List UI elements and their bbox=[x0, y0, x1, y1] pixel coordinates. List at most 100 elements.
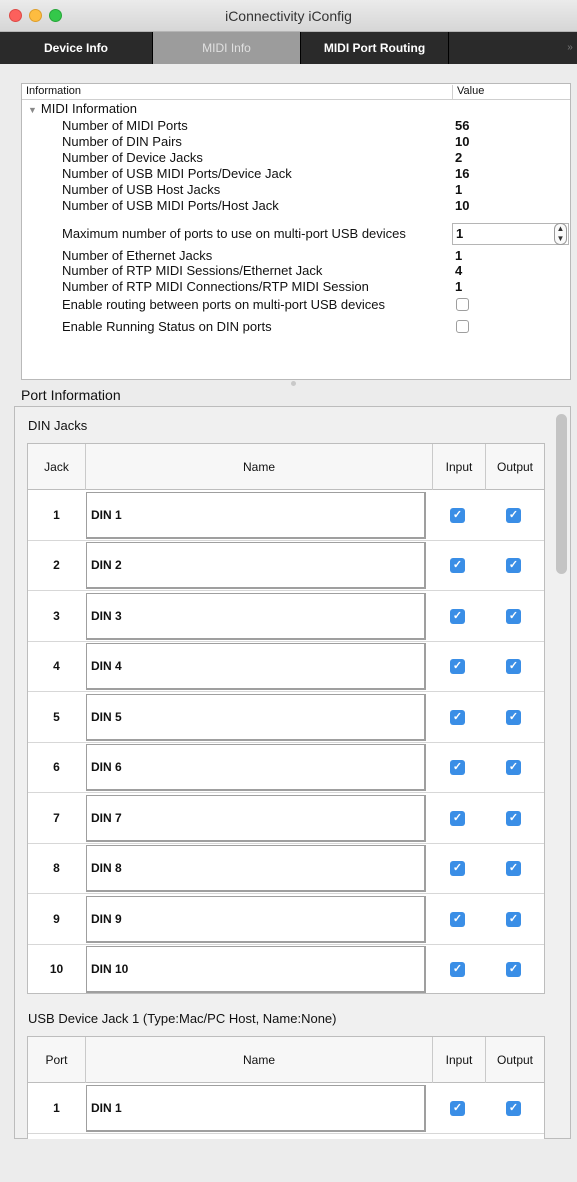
midi-info-tree[interactable]: Information Value ▼ MIDI Information Numb… bbox=[21, 83, 571, 380]
info-value-rtp-connections: 1 bbox=[455, 279, 463, 294]
output-checkbox[interactable]: ✓ bbox=[506, 558, 521, 573]
table-row: 1 DIN 1 ✓ ✓ bbox=[28, 1083, 544, 1134]
info-value-rtp-sessions: 4 bbox=[455, 263, 463, 278]
jack-number: 9 bbox=[53, 912, 60, 926]
input-checkbox[interactable]: ✓ bbox=[450, 811, 465, 826]
jack-name-field[interactable]: DIN 5 bbox=[86, 694, 426, 741]
tab-midi-info[interactable]: MIDI Info bbox=[153, 32, 301, 64]
output-checkbox[interactable]: ✓ bbox=[506, 710, 521, 725]
usb-col-port: Port bbox=[45, 1053, 68, 1067]
jack-number: 7 bbox=[53, 811, 60, 825]
output-checkbox[interactable]: ✓ bbox=[506, 659, 521, 674]
info-value-ethernet-jacks: 1 bbox=[455, 248, 463, 263]
port-panel-scrollbar[interactable] bbox=[556, 414, 567, 574]
jack-number: 10 bbox=[49, 962, 64, 976]
input-checkbox[interactable]: ✓ bbox=[450, 1101, 465, 1116]
usb-col-name: Name bbox=[242, 1053, 275, 1067]
max-ports-stepper[interactable]: ▲ ▼ bbox=[554, 223, 567, 245]
tab-midi-port-routing[interactable]: MIDI Port Routing bbox=[301, 32, 449, 64]
input-checkbox[interactable]: ✓ bbox=[450, 508, 465, 523]
tree-node-midi-information[interactable]: ▼ MIDI Information bbox=[28, 101, 137, 116]
info-label-din-pairs: Number of DIN Pairs bbox=[62, 134, 182, 149]
info-label-usb-ports-host-jack: Number of USB MIDI Ports/Host Jack bbox=[62, 198, 279, 213]
din-table-header: Jack Name Input Output bbox=[28, 444, 544, 490]
output-checkbox[interactable]: ✓ bbox=[506, 861, 521, 876]
info-label-ethernet-jacks: Number of Ethernet Jacks bbox=[62, 248, 213, 263]
info-label-rtp-sessions: Number of RTP MIDI Sessions/Ethernet Jac… bbox=[62, 263, 323, 278]
port-information-heading: Port Information bbox=[21, 387, 121, 403]
running-status-checkbox[interactable] bbox=[456, 320, 469, 333]
din-jacks-heading: DIN Jacks bbox=[28, 418, 88, 433]
jack-name-field[interactable]: DIN 1 bbox=[86, 492, 426, 539]
column-header-information[interactable]: Information bbox=[26, 85, 81, 97]
input-checkbox[interactable]: ✓ bbox=[450, 558, 465, 573]
tab-overflow-chevron-icon[interactable]: » bbox=[563, 32, 577, 64]
din-col-output: Output bbox=[496, 460, 534, 474]
input-checkbox[interactable]: ✓ bbox=[450, 609, 465, 624]
tab-device-info[interactable]: Device Info bbox=[0, 32, 153, 64]
port-number: 1 bbox=[53, 1101, 60, 1115]
tab-bar: Device Info MIDI Info MIDI Port Routing … bbox=[0, 32, 577, 64]
jack-name-field[interactable]: DIN 10 bbox=[86, 946, 426, 993]
output-checkbox[interactable]: ✓ bbox=[506, 811, 521, 826]
input-checkbox[interactable]: ✓ bbox=[450, 962, 465, 977]
jack-number: 5 bbox=[53, 710, 60, 724]
input-checkbox[interactable]: ✓ bbox=[450, 912, 465, 927]
jack-name-field[interactable]: DIN 6 bbox=[86, 744, 426, 791]
jack-name-field[interactable]: DIN 4 bbox=[86, 643, 426, 690]
jack-name-field[interactable]: DIN 2 bbox=[86, 542, 426, 589]
din-col-name: Name bbox=[242, 460, 275, 474]
table-row: 9 DIN 9 ✓ ✓ bbox=[28, 894, 544, 945]
port-name-field[interactable]: DIN 1 bbox=[86, 1085, 426, 1132]
info-label-running-status: Enable Running Status on DIN ports bbox=[62, 319, 272, 334]
jack-name-field[interactable]: DIN 3 bbox=[86, 593, 426, 640]
table-row: 7 DIN 7 ✓ ✓ bbox=[28, 793, 544, 844]
usb-device-jack-table: Port Name Input Output 1 DIN 1 ✓ ✓ bbox=[27, 1036, 545, 1139]
jack-number: 6 bbox=[53, 760, 60, 774]
input-checkbox[interactable]: ✓ bbox=[450, 861, 465, 876]
output-checkbox[interactable]: ✓ bbox=[506, 912, 521, 927]
info-label-device-jacks: Number of Device Jacks bbox=[62, 150, 203, 165]
info-label-rtp-connections: Number of RTP MIDI Connections/RTP MIDI … bbox=[62, 279, 369, 294]
jack-number: 3 bbox=[53, 609, 60, 623]
din-jacks-table: Jack Name Input Output 1 DIN 1 ✓ ✓ 2 DIN… bbox=[27, 443, 545, 994]
table-row: 5 DIN 5 ✓ ✓ bbox=[28, 692, 544, 743]
info-tree-header: Information Value bbox=[22, 84, 570, 100]
table-row: 4 DIN 4 ✓ ✓ bbox=[28, 641, 544, 692]
din-col-input: Input bbox=[445, 460, 473, 474]
info-value-device-jacks: 2 bbox=[455, 150, 463, 165]
jack-number: 4 bbox=[53, 659, 60, 673]
table-row: 3 DIN 3 ✓ ✓ bbox=[28, 591, 544, 642]
usb-table-header: Port Name Input Output bbox=[28, 1037, 544, 1083]
table-row: 2 DIN 2 ✓ ✓ bbox=[28, 540, 544, 591]
info-value-din-pairs: 10 bbox=[455, 134, 470, 149]
input-checkbox[interactable]: ✓ bbox=[450, 710, 465, 725]
output-checkbox[interactable]: ✓ bbox=[506, 760, 521, 775]
info-label-enable-routing: Enable routing between ports on multi-po… bbox=[62, 297, 386, 312]
table-row: 10 DIN 10 ✓ ✓ bbox=[28, 944, 544, 995]
output-checkbox[interactable]: ✓ bbox=[506, 1101, 521, 1116]
jack-number: 8 bbox=[53, 861, 60, 875]
splitter-handle[interactable] bbox=[291, 381, 296, 386]
input-checkbox[interactable]: ✓ bbox=[450, 659, 465, 674]
output-checkbox[interactable]: ✓ bbox=[506, 609, 521, 624]
max-ports-input[interactable]: 1 bbox=[452, 223, 569, 245]
usb-col-input: Input bbox=[445, 1053, 473, 1067]
jack-name-field[interactable]: DIN 8 bbox=[86, 845, 426, 892]
jack-name-field[interactable]: DIN 7 bbox=[86, 795, 426, 842]
jack-name-field[interactable]: DIN 9 bbox=[86, 896, 426, 943]
info-label-midi-ports: Number of MIDI Ports bbox=[62, 118, 188, 133]
enable-routing-checkbox[interactable] bbox=[456, 298, 469, 311]
column-header-value[interactable]: Value bbox=[452, 85, 484, 100]
table-row: 1 DIN 1 ✓ ✓ bbox=[28, 490, 544, 541]
input-checkbox[interactable]: ✓ bbox=[450, 760, 465, 775]
window-title: iConnectivity iConfig bbox=[225, 8, 352, 24]
table-row: 6 DIN 6 ✓ ✓ bbox=[28, 742, 544, 793]
table-row: 8 DIN 8 ✓ ✓ bbox=[28, 843, 544, 894]
info-value-usb-ports-device-jack: 16 bbox=[455, 166, 470, 181]
disclosure-triangle-icon[interactable]: ▼ bbox=[28, 105, 37, 115]
output-checkbox[interactable]: ✓ bbox=[506, 508, 521, 523]
output-checkbox[interactable]: ✓ bbox=[506, 962, 521, 977]
din-col-jack: Jack bbox=[44, 460, 69, 474]
jack-number: 1 bbox=[53, 508, 60, 522]
